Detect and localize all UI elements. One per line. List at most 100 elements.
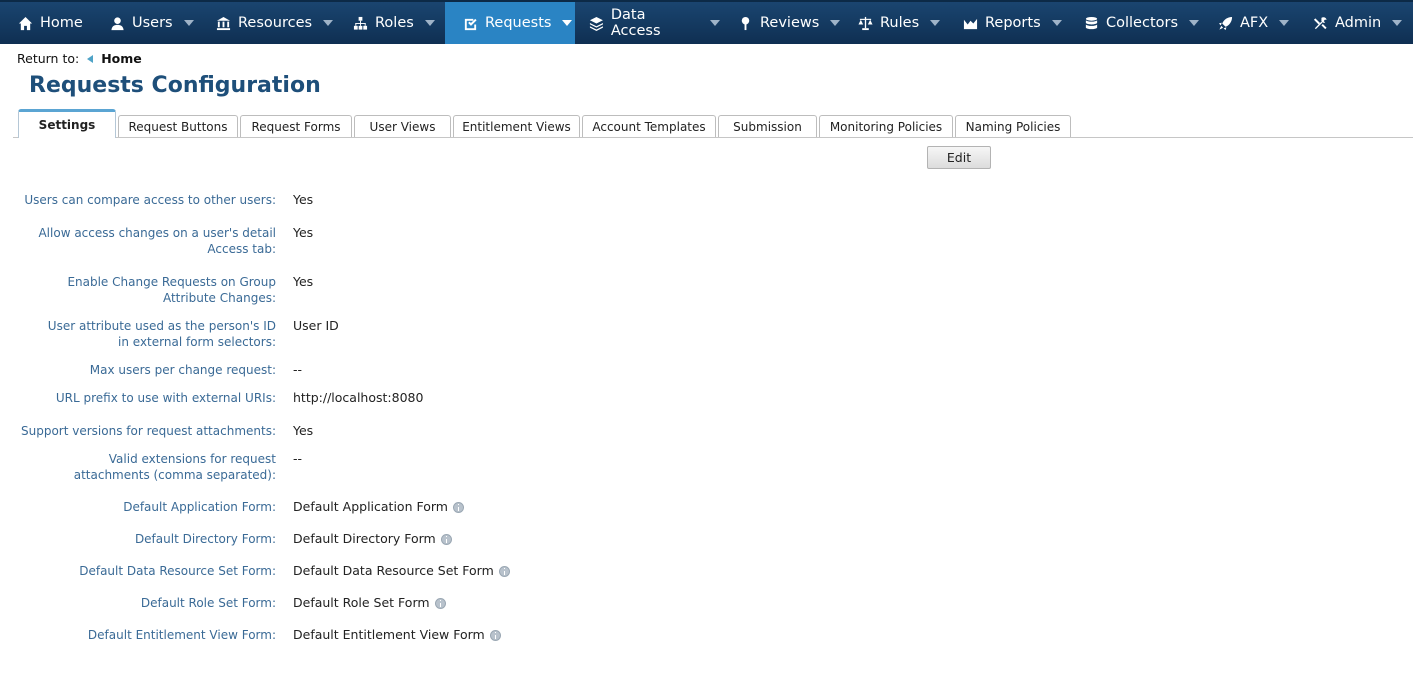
setting-label: Default Role Set Form:: [140, 596, 276, 610]
chevron-down-icon: [1279, 20, 1290, 26]
nav-home-label: Home: [40, 15, 83, 31]
nav-admin-label: Admin: [1335, 15, 1382, 31]
setting-value: Default Directory Form: [293, 531, 436, 546]
setting-label: Max users per change request:: [89, 363, 276, 377]
setting-value: http://localhost:8080: [293, 390, 424, 405]
setting-value: Yes: [293, 274, 314, 289]
nav-resources[interactable]: Resources: [198, 2, 335, 44]
info-icon[interactable]: [440, 533, 452, 545]
setting-value: Yes: [293, 423, 314, 438]
setting-label: Users can compare access to other users:: [24, 193, 276, 207]
setting-value: Yes: [293, 192, 314, 207]
top-navigation-bar: Home Users Resources Roles Requests Data…: [0, 0, 1413, 44]
setting-label: Support versions for request attachments…: [20, 424, 276, 438]
setting-value: --: [293, 451, 303, 466]
chevron-down-icon: [930, 20, 941, 26]
nav-roles[interactable]: Roles: [335, 2, 445, 44]
setting-value: Default Entitlement View Form: [293, 627, 485, 642]
nav-reports-label: Reports: [985, 15, 1041, 31]
nav-data-access-label: Data Access: [610, 7, 661, 39]
chevron-down-icon: [1392, 20, 1403, 26]
tab-entitlement-views[interactable]: Entitlement Views: [453, 115, 580, 137]
setting-value-row: Default Data Resource Set Form: [293, 563, 510, 579]
chevron-down-icon: [830, 20, 841, 26]
breadcrumb-home-link[interactable]: Home: [101, 51, 142, 66]
nav-users-label: Users: [132, 15, 173, 31]
scales-icon: [858, 16, 873, 30]
nav-afx[interactable]: AFX: [1200, 2, 1298, 44]
setting-label: User attribute used as the person's ID i…: [47, 319, 276, 349]
nav-roles-label: Roles: [375, 15, 414, 31]
tab-user-views[interactable]: User Views: [354, 115, 451, 137]
nav-home[interactable]: Home: [0, 2, 95, 44]
nav-reviews[interactable]: Reviews: [720, 2, 844, 44]
nav-users[interactable]: Users: [92, 2, 202, 44]
setting-value: Default Application Form: [293, 499, 448, 514]
area-chart-icon: [963, 18, 978, 29]
chevron-down-icon: [1051, 20, 1062, 26]
setting-label: URL prefix to use with external URIs:: [55, 391, 276, 405]
nav-rules-label: Rules: [880, 15, 920, 31]
layers-icon: [589, 16, 603, 31]
edit-button[interactable]: Edit: [927, 146, 991, 169]
chevron-down-icon: [323, 20, 334, 26]
settings-tabs: Settings Request Buttons Request Forms U…: [0, 109, 1413, 138]
database-icon: [1085, 16, 1098, 29]
setting-value: Default Role Set Form: [293, 595, 430, 610]
info-icon[interactable]: [452, 501, 464, 513]
nav-data-access[interactable]: Data Access: [571, 2, 720, 44]
breadcrumb-prefix: Return to:: [17, 51, 80, 66]
setting-value: User ID: [293, 318, 339, 333]
nav-collectors[interactable]: Collectors: [1066, 2, 1204, 44]
nav-afx-label: AFX: [1240, 15, 1269, 31]
nav-rules[interactable]: Rules: [840, 2, 950, 44]
rocket-icon: [1218, 16, 1233, 30]
tab-naming-policies[interactable]: Naming Policies: [955, 115, 1071, 137]
setting-label: Default Directory Form:: [134, 532, 276, 546]
nav-collectors-label: Collectors: [1106, 15, 1179, 31]
nav-reports[interactable]: Reports: [945, 2, 1071, 44]
breadcrumb: Return to: Home: [17, 51, 142, 66]
bank-icon: [216, 16, 231, 30]
tab-divider: [13, 137, 1413, 138]
home-icon: [18, 16, 33, 30]
chevron-down-icon: [183, 20, 194, 26]
nav-admin[interactable]: Admin: [1295, 2, 1413, 44]
chevron-down-icon: [1189, 20, 1200, 26]
setting-label: Default Data Resource Set Form:: [79, 564, 276, 578]
nav-requests[interactable]: Requests: [445, 2, 575, 44]
setting-label: Valid extensions for request attachments…: [73, 452, 276, 482]
setting-value: --: [293, 362, 303, 377]
setting-label: Default Entitlement View Form:: [87, 628, 276, 642]
tab-monitoring-policies[interactable]: Monitoring Policies: [819, 115, 953, 137]
setting-value-row: Default Entitlement View Form: [293, 627, 501, 643]
info-icon[interactable]: [498, 565, 510, 577]
setting-value-row: Default Role Set Form: [293, 595, 446, 611]
chevron-down-icon: [424, 20, 435, 26]
page-title: Requests Configuration: [29, 73, 321, 98]
setting-value-row: Default Application Form: [293, 499, 464, 515]
tab-settings[interactable]: Settings: [18, 109, 116, 138]
user-icon: [111, 16, 124, 30]
setting-value-row: Default Directory Form: [293, 531, 452, 547]
setting-label: Allow access changes on a user's detail …: [38, 226, 276, 256]
org-chart-icon: [353, 16, 368, 30]
tab-account-templates[interactable]: Account Templates: [582, 115, 716, 137]
arrow-left-icon: [87, 54, 94, 63]
check-square-icon: [464, 18, 477, 30]
chevron-down-icon: [710, 20, 720, 26]
setting-label: Default Application Form:: [123, 500, 276, 514]
nav-reviews-label: Reviews: [760, 15, 820, 31]
setting-label: Enable Change Requests on Group Attribut…: [67, 275, 276, 305]
setting-value: Default Data Resource Set Form: [293, 563, 494, 578]
tools-icon: [1313, 16, 1327, 29]
tab-request-buttons[interactable]: Request Buttons: [118, 115, 238, 137]
setting-value: Yes: [293, 225, 314, 240]
pin-icon: [741, 16, 750, 30]
nav-requests-label: Requests: [485, 15, 552, 31]
tab-submission[interactable]: Submission: [718, 115, 817, 137]
info-icon[interactable]: [434, 597, 446, 609]
nav-resources-label: Resources: [238, 15, 313, 31]
tab-request-forms[interactable]: Request Forms: [240, 115, 352, 137]
info-icon[interactable]: [489, 629, 501, 641]
